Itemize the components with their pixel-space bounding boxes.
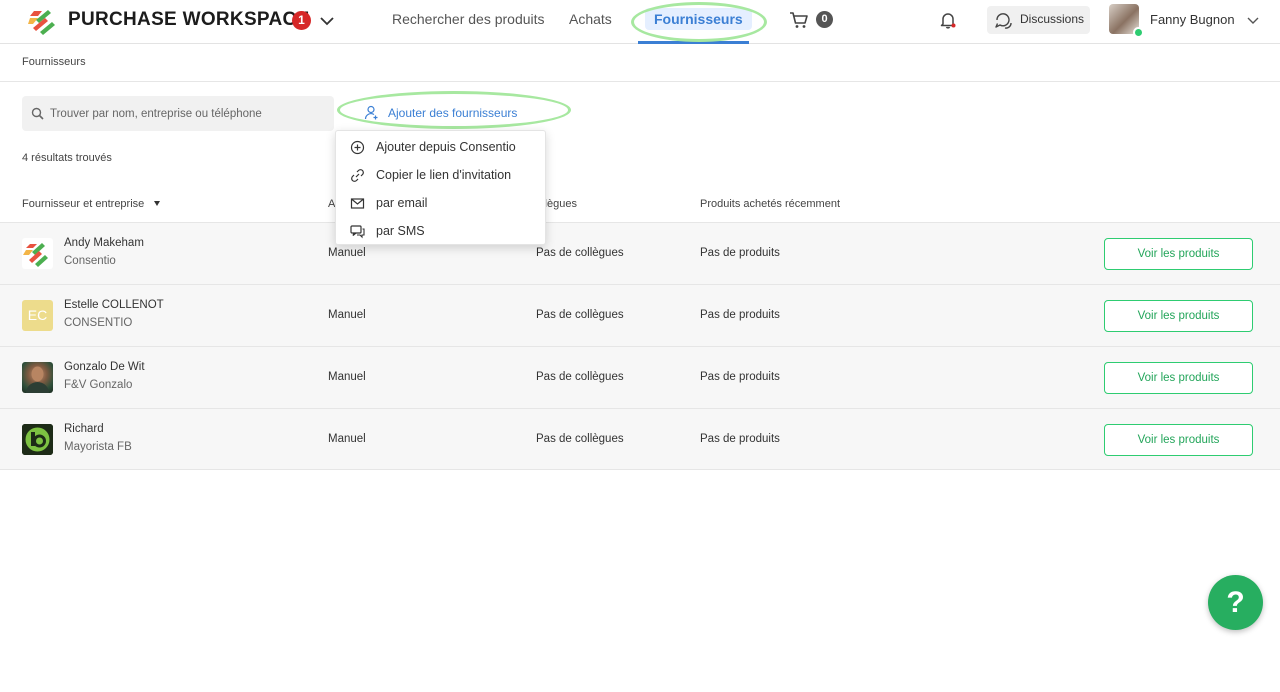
supplier-colleagues: Pas de collègues xyxy=(536,433,624,445)
supplier-name: Gonzalo De Wit xyxy=(64,361,145,373)
chevron-down-icon[interactable] xyxy=(318,12,336,30)
supplier-colleagues: Pas de collègues xyxy=(536,309,624,321)
top-navigation-bar: PURCHASE WORKSPACE 1 Rechercher des prod… xyxy=(0,0,1280,44)
avatar-initials: EC xyxy=(22,300,53,331)
supplier-products: Pas de produits xyxy=(700,433,780,445)
menu-item-copy-invite-link[interactable]: Copier le lien d'invitation xyxy=(336,161,545,189)
email-icon xyxy=(350,198,365,209)
table-row: Gonzalo De Wit F&V Gonzalo Manuel Pas de… xyxy=(0,346,1280,408)
supplier-name: Richard xyxy=(64,423,104,435)
sms-icon xyxy=(350,225,365,239)
menu-item-add-from-consentio[interactable]: Ajouter depuis Consentio xyxy=(336,133,545,161)
online-status-indicator xyxy=(1133,27,1144,38)
cart-count-badge: 0 xyxy=(816,11,833,28)
menu-item-label: par SMS xyxy=(376,224,425,238)
supplier-type: Manuel xyxy=(328,371,366,383)
table-row: Andy Makeham Consentio Manuel Pas de col… xyxy=(0,222,1280,284)
view-products-button[interactable]: Voir les produits xyxy=(1104,362,1253,394)
avatar xyxy=(22,362,53,393)
supplier-name: Andy Makeham xyxy=(64,237,144,249)
table-row: Richard Mayorista FB Manuel Pas de collè… xyxy=(0,408,1280,470)
supplier-products: Pas de produits xyxy=(700,247,780,259)
add-suppliers-dropdown: Ajouter depuis Consentio Copier le lien … xyxy=(335,130,546,245)
supplier-company: Consentio xyxy=(64,255,116,267)
consentio-logo-icon xyxy=(22,238,53,269)
user-name[interactable]: Fanny Bugnon xyxy=(1150,12,1235,27)
supplier-colleagues: Pas de collègues xyxy=(536,247,624,259)
search-input[interactable] xyxy=(50,96,330,131)
supplier-products: Pas de produits xyxy=(700,371,780,383)
sort-desc-icon[interactable] xyxy=(154,201,160,206)
nav-purchases[interactable]: Achats xyxy=(569,11,612,27)
menu-item-label: Ajouter depuis Consentio xyxy=(376,140,516,154)
supplier-company: Mayorista FB xyxy=(64,441,132,453)
supplier-type: Manuel xyxy=(328,433,366,445)
supplier-company: CONSENTIO xyxy=(64,317,133,329)
supplier-colleagues: Pas de collègues xyxy=(536,371,624,383)
menu-item-by-email[interactable]: par email xyxy=(336,189,545,217)
table-row: EC Estelle COLLENOT CONSENTIO Manuel Pas… xyxy=(0,284,1280,346)
breadcrumb-bar: Fournisseurs xyxy=(0,44,1280,82)
supplier-company: F&V Gonzalo xyxy=(64,379,133,391)
menu-item-by-sms[interactable]: par SMS xyxy=(336,217,545,245)
column-header-products: Produits achetés récemment xyxy=(700,198,841,210)
results-count: 4 résultats trouvés xyxy=(22,152,112,164)
chevron-down-icon[interactable] xyxy=(1246,13,1260,27)
cart-icon[interactable] xyxy=(789,10,809,30)
chat-icon xyxy=(995,13,1012,29)
help-button[interactable]: ? xyxy=(1208,575,1263,630)
supplier-type: Manuel xyxy=(328,309,366,321)
view-products-button[interactable]: Voir les produits xyxy=(1104,238,1253,270)
supplier-name: Estelle COLLENOT xyxy=(64,299,164,311)
menu-item-label: par email xyxy=(376,196,428,210)
breadcrumb[interactable]: Fournisseurs xyxy=(22,56,86,68)
supplier-products: Pas de produits xyxy=(700,309,780,321)
highlight-annotation xyxy=(631,2,767,42)
view-products-button[interactable]: Voir les produits xyxy=(1104,424,1253,456)
supplier-type: Manuel xyxy=(328,247,366,259)
discussions-label: Discussions xyxy=(1020,12,1085,26)
search-icon xyxy=(31,107,44,120)
notification-count-badge: 1 xyxy=(292,11,311,30)
search-field[interactable] xyxy=(22,96,334,131)
link-icon xyxy=(351,169,364,182)
nav-search-products[interactable]: Rechercher des produits xyxy=(392,11,545,27)
column-header-supplier[interactable]: Fournisseur et entreprise xyxy=(22,198,144,210)
plus-circle-icon xyxy=(350,140,365,155)
logo-icon[interactable] xyxy=(28,6,58,36)
menu-item-label: Copier le lien d'invitation xyxy=(376,168,512,182)
highlight-annotation xyxy=(337,91,571,129)
bell-icon[interactable] xyxy=(938,10,958,30)
fb-logo-icon xyxy=(22,424,53,455)
view-products-button[interactable]: Voir les produits xyxy=(1104,300,1253,332)
app-title[interactable]: PURCHASE WORKSPACE xyxy=(68,9,310,31)
discussions-button[interactable]: Discussions xyxy=(987,6,1090,34)
